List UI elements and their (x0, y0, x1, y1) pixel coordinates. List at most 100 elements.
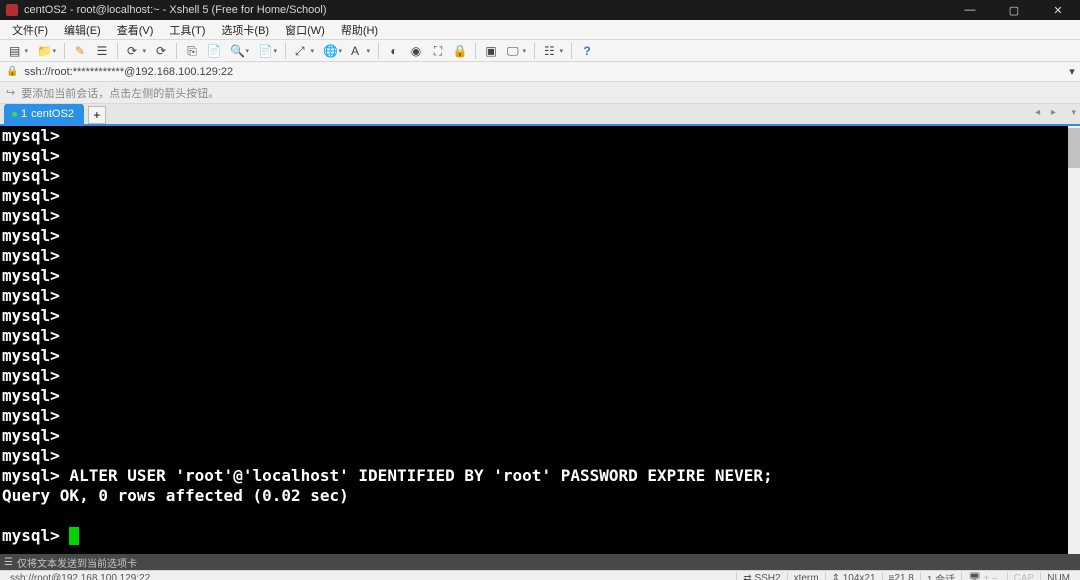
main-toolbar: ▤ 📁 ✎ ☰ ⟳ ⟳ ⎘ 📄 🔍 📄 ⤢ 🌐 A ◐ ◉ ⛶ 🔒 ▣ 🖵 ☷ … (0, 40, 1080, 62)
menu-edit[interactable]: 编辑(E) (58, 20, 107, 40)
terminal-wrap: mysql> mysql> mysql> mysql> mysql> mysql… (0, 126, 1080, 554)
close-button[interactable]: ✕ (1036, 0, 1080, 20)
fullscreen-button[interactable]: ⛶ (429, 42, 447, 60)
status-ssh: ⇄ SSH2 (736, 572, 786, 580)
terminal-cursor (69, 527, 79, 545)
separator (176, 43, 177, 59)
color-button[interactable]: ⤢ (292, 42, 316, 60)
ssh-lock-icon: 🔒 (6, 66, 18, 77)
send-icon[interactable]: ☰ (4, 557, 13, 568)
window-title: centOS2 - root@localhost:~ - Xshell 5 (F… (24, 4, 948, 16)
properties-button[interactable]: ☰ (93, 42, 111, 60)
encoding-button[interactable]: 🌐 (320, 42, 344, 60)
status-term: xterm (787, 572, 825, 580)
find-button[interactable]: 🔍 (227, 42, 251, 60)
tab-centos2[interactable]: 1 centOS2 (4, 104, 84, 124)
reconnect-button[interactable]: ⟳ (124, 42, 148, 60)
status-indicators: 🖥 + – (961, 572, 1006, 580)
tab-list-button[interactable]: ▾ (1071, 107, 1076, 118)
color-icon: ⤢ (295, 45, 305, 57)
menu-bar: 文件(F) 编辑(E) 查看(V) 工具(T) 选项卡(B) 窗口(W) 帮助(… (0, 20, 1080, 40)
send-hint-text: 仅将文本发送到当前选项卡 (17, 555, 137, 570)
open-session-button[interactable]: 📁 (34, 42, 58, 60)
hint-text: 要添加当前会话，点击左侧的箭头按钮。 (21, 85, 219, 101)
title-bar: centOS2 - root@localhost:~ - Xshell 5 (F… (0, 0, 1080, 20)
status-size: ⇕ 104x21 (825, 572, 882, 580)
lock-button[interactable]: 🔒 (451, 42, 469, 60)
menu-help[interactable]: 帮助(H) (335, 20, 384, 40)
disconnect-button[interactable]: ⟳ (152, 42, 170, 60)
globe-icon: 🌐 (323, 45, 338, 57)
separator (475, 43, 476, 59)
app-icon (6, 4, 18, 16)
address-text[interactable]: ssh://root:************@192.168.100.129:… (24, 66, 1058, 78)
pencil-icon: ✎ (75, 45, 85, 57)
status-bar: ssh://root@192.168.100.129:22 ⇄ SSH2 xte… (0, 570, 1080, 580)
separator (571, 43, 572, 59)
rec-button[interactable]: ▣ (482, 42, 500, 60)
record-button[interactable]: ◉ (407, 42, 425, 60)
lock-icon: 🔒 (453, 45, 468, 57)
minimize-button[interactable]: — (948, 0, 992, 20)
separator (378, 43, 379, 59)
paste-icon: 📄 (207, 45, 222, 57)
status-conn: ssh://root@192.168.100.129:22 (4, 572, 156, 580)
print-icon: 📄 (258, 45, 273, 57)
menu-tabs[interactable]: 选项卡(B) (215, 20, 275, 40)
highlight-button[interactable]: ◐ (385, 42, 403, 60)
copy-button[interactable]: ⎘ (183, 42, 201, 60)
status-num: NUM (1040, 572, 1076, 580)
tab-label: centOS2 (31, 108, 74, 120)
tab-scroll-arrows[interactable]: ◂ ▸ (1035, 107, 1060, 118)
separator (534, 43, 535, 59)
status-sessions: 1 会话 (920, 572, 961, 580)
screen-button[interactable]: 🖵 (504, 42, 528, 60)
send-hint-bar: ☰ 仅将文本发送到当前选项卡 (0, 554, 1080, 570)
hint-icon[interactable]: ↪ (6, 86, 15, 99)
address-close-button[interactable]: ▾ (1064, 65, 1080, 78)
disconnect-icon: ⟳ (156, 45, 166, 57)
help-button[interactable]: ? (578, 42, 596, 60)
edit-button[interactable]: ✎ (71, 42, 89, 60)
print-button[interactable]: 📄 (255, 42, 279, 60)
status-dot-icon (12, 112, 17, 117)
link-icon: ⇄ (743, 573, 751, 580)
maximize-button[interactable]: ▢ (992, 0, 1036, 20)
terminal[interactable]: mysql> mysql> mysql> mysql> mysql> mysql… (0, 126, 1068, 554)
separator (117, 43, 118, 59)
tab-bar: 1 centOS2 + ◂ ▸ ▾ (0, 104, 1080, 126)
menu-tools[interactable]: 工具(T) (163, 20, 211, 40)
status-cap: CAP (1007, 572, 1041, 580)
paste-button[interactable]: 📄 (205, 42, 223, 60)
hint-bar: ↪ 要添加当前会话，点击左侧的箭头按钮。 (0, 82, 1080, 104)
terminal-scrollbar[interactable] (1068, 126, 1080, 554)
scrollbar-thumb[interactable] (1068, 128, 1080, 168)
menu-file[interactable]: 文件(F) (6, 20, 54, 40)
dot-icon: ◉ (411, 45, 421, 57)
screen-icon: 🖵 (507, 45, 519, 57)
add-tab-button[interactable]: + (88, 106, 106, 124)
help-icon: ? (583, 45, 590, 57)
address-bar: 🔒 ssh://root:************@192.168.100.12… (0, 62, 1080, 82)
separator (285, 43, 286, 59)
new-session-button[interactable]: ▤ (6, 42, 30, 60)
folder-icon: 📁 (37, 45, 52, 57)
refresh-icon: ⟳ (127, 45, 137, 57)
separator (64, 43, 65, 59)
font-button[interactable]: A (348, 42, 372, 60)
copy-icon: ⎘ (187, 45, 197, 57)
circle-icon: ◐ (390, 45, 397, 57)
font-icon: A (351, 45, 359, 57)
list-icon: ☷ (544, 45, 555, 57)
expand-icon: ⛶ (434, 45, 442, 57)
size-icon: ⇕ (832, 573, 840, 580)
menu-view[interactable]: 查看(V) (111, 20, 160, 40)
props-icon: ☰ (97, 45, 108, 57)
rec-icon: ▣ (485, 45, 496, 57)
new-icon: ▤ (9, 45, 20, 57)
search-icon: 🔍 (230, 45, 245, 57)
menu-window[interactable]: 窗口(W) (279, 20, 331, 40)
pc-icon: 🖥 (968, 573, 981, 580)
status-cursor: ≡ 21,8 (882, 572, 920, 580)
layout-button[interactable]: ☷ (541, 42, 565, 60)
